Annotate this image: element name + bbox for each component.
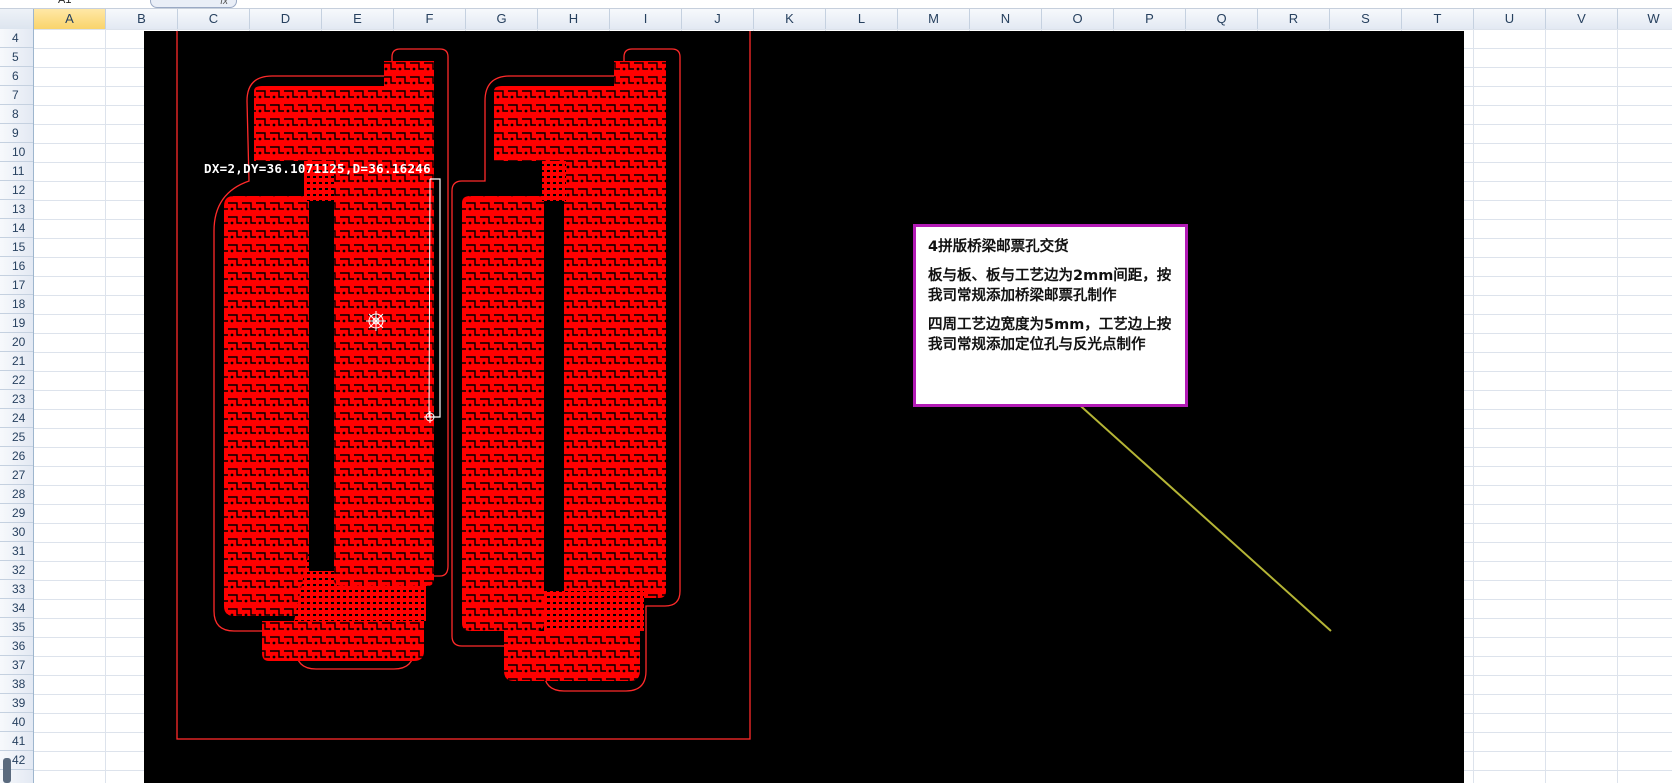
select-all-corner[interactable] bbox=[0, 9, 34, 29]
column-header-W[interactable]: W bbox=[1618, 9, 1672, 29]
pcb-panel-image[interactable] bbox=[144, 31, 1464, 783]
row-header-31[interactable]: 31 bbox=[0, 542, 33, 561]
column-header-E[interactable]: E bbox=[322, 9, 394, 29]
column-header-V[interactable]: V bbox=[1546, 9, 1618, 29]
row-header: 4 5 6 7 8 9 10 11 12 13 14 15 16 17 18 19 20 21 22 23 24 25 26… bbox=[0, 29, 34, 783]
row-header-40[interactable]: 40 bbox=[0, 713, 33, 732]
row-header-33[interactable]: 33 bbox=[0, 580, 33, 599]
row-header-34[interactable]: 34 bbox=[0, 599, 33, 618]
row-header-20[interactable]: 20 bbox=[0, 333, 33, 352]
annotation-callout[interactable]: 4拼版桥梁邮票孔交货 板与板、板与工艺边为2mm间距，按我司常规添加桥梁邮票孔制… bbox=[913, 224, 1188, 407]
row-header-21[interactable]: 21 bbox=[0, 352, 33, 371]
row-header-32[interactable]: 32 bbox=[0, 561, 33, 580]
column-header-P[interactable]: P bbox=[1114, 9, 1186, 29]
row-header-25[interactable]: 25 bbox=[0, 428, 33, 447]
column-header-A[interactable]: A bbox=[34, 9, 106, 29]
column-header-U[interactable]: U bbox=[1474, 9, 1546, 29]
column-header-N[interactable]: N bbox=[970, 9, 1042, 29]
column-header-R[interactable]: R bbox=[1258, 9, 1330, 29]
row-header-23[interactable]: 23 bbox=[0, 390, 33, 409]
row-header-24[interactable]: 24 bbox=[0, 409, 33, 428]
row-header-28[interactable]: 28 bbox=[0, 485, 33, 504]
row-header-14[interactable]: 14 bbox=[0, 219, 33, 238]
row-header-38[interactable]: 38 bbox=[0, 675, 33, 694]
row-header-9[interactable]: 9 bbox=[0, 124, 33, 143]
column-header-D[interactable]: D bbox=[250, 9, 322, 29]
row-header-22[interactable]: 22 bbox=[0, 371, 33, 390]
column-header-Q[interactable]: Q bbox=[1186, 9, 1258, 29]
row-header-19[interactable]: 19 bbox=[0, 314, 33, 333]
callout-title: 4拼版桥梁邮票孔交货 bbox=[928, 239, 1069, 255]
column-header-M[interactable]: M bbox=[898, 9, 970, 29]
row-header-7[interactable]: 7 bbox=[0, 86, 33, 105]
column-header-L[interactable]: L bbox=[826, 9, 898, 29]
row-header-41[interactable]: 41 bbox=[0, 732, 33, 751]
row-header-35[interactable]: 35 bbox=[0, 618, 33, 637]
column-header-O[interactable]: O bbox=[1042, 9, 1114, 29]
formula-bar: A1 fx bbox=[0, 0, 1672, 9]
column-header-K[interactable]: K bbox=[754, 9, 826, 29]
grid-column-line bbox=[1617, 29, 1618, 783]
column-header-S[interactable]: S bbox=[1330, 9, 1402, 29]
pcb-drawing bbox=[176, 31, 1332, 740]
column-header-C[interactable]: C bbox=[178, 9, 250, 29]
row-header-36[interactable]: 36 bbox=[0, 637, 33, 656]
row-header-5[interactable]: 5 bbox=[0, 48, 33, 67]
row-header-37[interactable]: 37 bbox=[0, 656, 33, 675]
column-header-H[interactable]: H bbox=[538, 9, 610, 29]
grid-column-line bbox=[105, 29, 106, 783]
row-header-16[interactable]: 16 bbox=[0, 257, 33, 276]
row-header-18[interactable]: 18 bbox=[0, 295, 33, 314]
column-header-T[interactable]: T bbox=[1402, 9, 1474, 29]
name-box[interactable]: A1 bbox=[58, 0, 71, 6]
column-header-B[interactable]: B bbox=[106, 9, 178, 29]
measurement-readout: DX=2,DY=36.1071125,D=36.16246 bbox=[204, 161, 431, 176]
row-header-15[interactable]: 15 bbox=[0, 238, 33, 257]
grid-column-line bbox=[1473, 29, 1474, 783]
grid-column-line bbox=[1545, 29, 1546, 783]
callout-spacing-note: 板与板、板与工艺边为2mm间距，按我司常规添加桥梁邮票孔制作 bbox=[928, 268, 1172, 304]
fx-icon: fx bbox=[220, 0, 228, 7]
row-header-8[interactable]: 8 bbox=[0, 105, 33, 124]
column-header-G[interactable]: G bbox=[466, 9, 538, 29]
column-header-F[interactable]: F bbox=[394, 9, 466, 29]
row-header-6[interactable]: 6 bbox=[0, 67, 33, 86]
vertical-scroll-thumb[interactable] bbox=[3, 758, 11, 783]
row-header-27[interactable]: 27 bbox=[0, 466, 33, 485]
column-header-J[interactable]: J bbox=[682, 9, 754, 29]
row-header-39[interactable]: 39 bbox=[0, 694, 33, 713]
row-header-10[interactable]: 10 bbox=[0, 143, 33, 162]
row-header-26[interactable]: 26 bbox=[0, 447, 33, 466]
row-header-12[interactable]: 12 bbox=[0, 181, 33, 200]
row-header-4[interactable]: 4 bbox=[0, 29, 33, 48]
column-header: ABCDEFGHIJKLMNOPQRSTUVW bbox=[0, 9, 1672, 30]
formula-input[interactable]: fx bbox=[150, 0, 237, 8]
row-header-17[interactable]: 17 bbox=[0, 276, 33, 295]
column-header-I[interactable]: I bbox=[610, 9, 682, 29]
row-header-11[interactable]: 11 bbox=[0, 162, 33, 181]
row-header-30[interactable]: 30 bbox=[0, 523, 33, 542]
row-header-29[interactable]: 29 bbox=[0, 504, 33, 523]
row-header-13[interactable]: 13 bbox=[0, 200, 33, 219]
callout-border-note: 四周工艺边宽度为5mm，工艺边上按我司常规添加定位孔与反光点制作 bbox=[928, 317, 1172, 353]
